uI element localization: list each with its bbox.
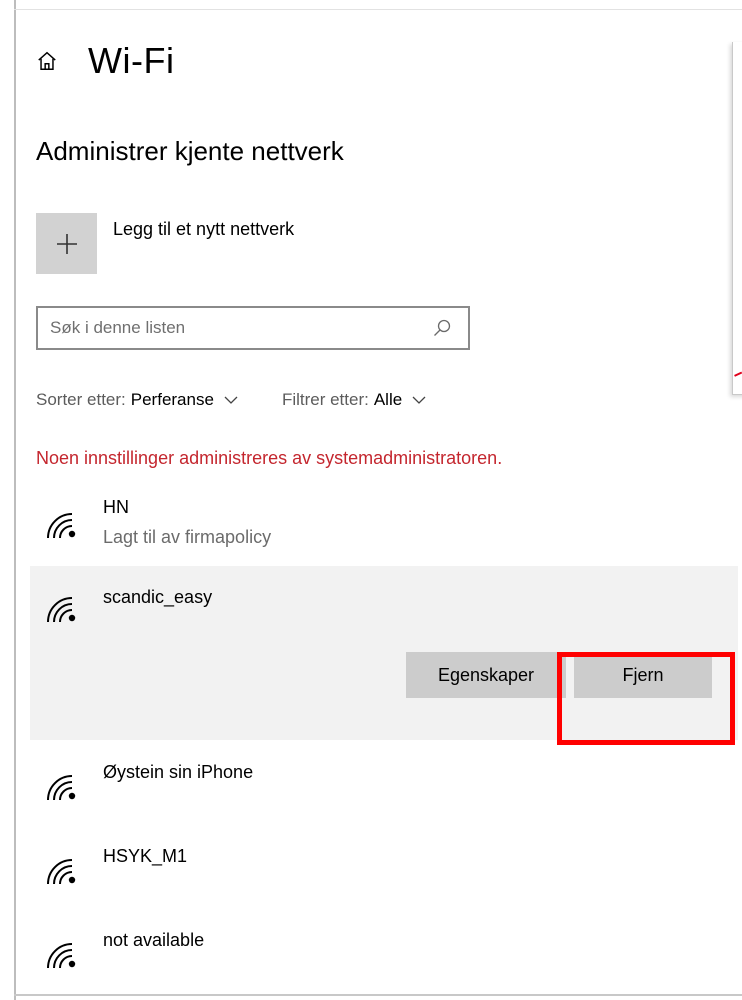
properties-button[interactable]: Egenskaper xyxy=(406,652,566,698)
sort-dropdown[interactable]: Sorter etter: Perferanse xyxy=(36,390,238,410)
wifi-signal-icon xyxy=(47,943,76,969)
network-item-not-available[interactable]: not available xyxy=(30,918,738,994)
network-item-hn[interactable]: HN Lagt til av firmapolicy xyxy=(30,486,738,566)
network-item-hsyk-m1[interactable]: HSYK_M1 xyxy=(30,834,738,914)
network-subtitle: Lagt til av firmapolicy xyxy=(103,527,272,547)
network-actions: Egenskaper Fjern xyxy=(406,652,712,698)
policy-notice: Noen innstillinger administreres av syst… xyxy=(36,448,503,468)
network-name: not available xyxy=(103,930,205,950)
section-title: Administrer kjente nettverk xyxy=(36,136,344,166)
search-icon[interactable] xyxy=(432,318,452,338)
page-header: Wi-Fi xyxy=(36,36,174,86)
page-title: Wi-Fi xyxy=(88,40,175,81)
wifi-signal-icon xyxy=(47,859,76,885)
filter-dropdown[interactable]: Filtrer etter: Alle xyxy=(282,390,426,410)
sort-filter-bar: Sorter etter: Perferanse Filtrer etter: … xyxy=(36,390,426,410)
wifi-signal-icon xyxy=(47,775,76,801)
chevron-down-icon xyxy=(412,396,426,404)
window-border-left xyxy=(14,0,16,1000)
sort-label: Sorter etter: xyxy=(36,390,126,409)
network-item-oystein-iphone[interactable]: Øystein sin iPhone xyxy=(30,748,738,828)
side-panel-edge xyxy=(732,42,742,395)
window-border-bottom xyxy=(14,994,742,996)
add-network-label[interactable]: Legg til et nytt nettverk xyxy=(113,219,294,240)
add-network-row[interactable]: Legg til et nytt nettverk xyxy=(36,213,294,274)
network-name: HSYK_M1 xyxy=(103,846,188,866)
search-box[interactable] xyxy=(36,306,470,350)
home-icon[interactable] xyxy=(36,50,58,72)
network-name: HN xyxy=(103,497,129,517)
search-input[interactable] xyxy=(38,307,432,349)
wifi-signal-icon xyxy=(47,597,76,623)
chevron-down-icon xyxy=(224,396,238,404)
filter-value: Alle xyxy=(373,390,403,409)
network-name: scandic_easy xyxy=(103,587,213,607)
network-name: Øystein sin iPhone xyxy=(103,762,254,782)
remove-button[interactable]: Fjern xyxy=(574,652,712,698)
sort-value: Perferanse xyxy=(130,390,214,409)
network-item-scandic-easy[interactable]: scandic_easy Egenskaper Fjern xyxy=(30,566,738,740)
add-network-button[interactable] xyxy=(36,213,97,274)
window-border-top xyxy=(14,9,742,10)
plus-icon xyxy=(56,233,77,254)
wifi-signal-icon xyxy=(47,513,76,539)
filter-label: Filtrer etter: xyxy=(281,390,369,409)
